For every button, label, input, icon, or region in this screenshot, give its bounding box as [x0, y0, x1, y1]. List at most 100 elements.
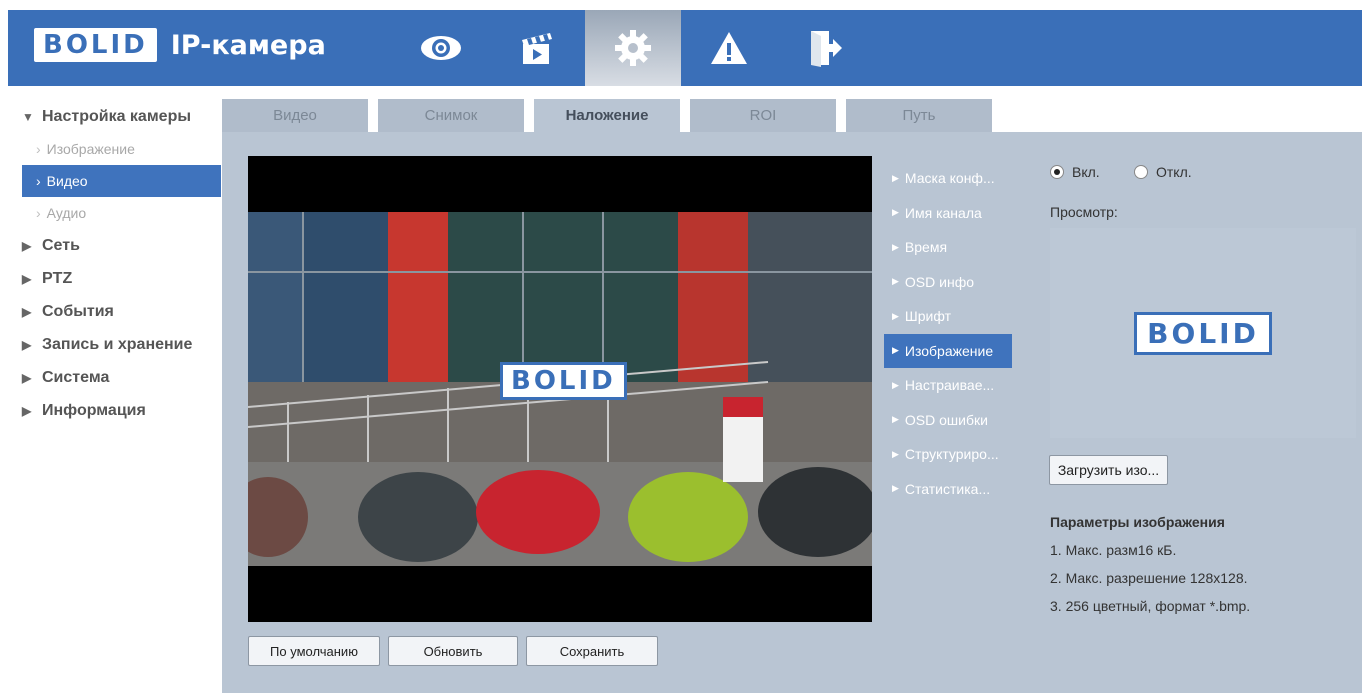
eye-icon [421, 36, 461, 60]
preview-label: Просмотр: [1050, 204, 1118, 220]
radio-enable-on[interactable]: Вкл. [1050, 164, 1100, 180]
radio-enable-off[interactable]: Откл. [1134, 164, 1192, 180]
menu-item-channel-name[interactable]: ▶ Имя канала [884, 196, 1012, 231]
menu-item-statistics[interactable]: ▶ Статистика... [884, 472, 1012, 507]
save-button[interactable]: Сохранить [526, 636, 658, 666]
triangle-right-icon: ▶ [892, 414, 899, 425]
tab-roi[interactable]: ROI [690, 99, 836, 132]
triangle-right-icon: ▶ [892, 172, 899, 183]
chevron-right-icon: › [36, 173, 41, 189]
main-panel: Видео Снимок Наложение ROI Путь BOLID По… [222, 96, 1362, 693]
triangle-right-icon: ▶ [892, 345, 899, 356]
sidebar-group-info[interactable]: ▶ Информация [22, 394, 222, 427]
sidebar-group-label: Система [42, 368, 110, 386]
sidebar-group-camera-settings[interactable]: ▼ Настройка камеры [22, 100, 222, 133]
upload-image-button[interactable]: Загрузить изо... [1049, 455, 1168, 485]
top-header: BOLID IP-камера [8, 10, 1362, 86]
sidebar-group-label: Запись и хранение [42, 335, 193, 353]
sidebar-item-label: Видео [46, 173, 88, 189]
radio-label: Вкл. [1072, 164, 1100, 180]
tab-bar: Видео Снимок Наложение ROI Путь [222, 96, 1362, 132]
sidebar-group-storage[interactable]: ▶ Запись и хранение [22, 328, 222, 361]
sidebar-item-image[interactable]: › Изображение [22, 133, 222, 165]
menu-item-label: Изображение [904, 342, 994, 359]
nav-settings[interactable] [585, 10, 681, 86]
chevron-right-icon: › [36, 141, 41, 157]
sidebar-group-events[interactable]: ▶ События [22, 295, 222, 328]
triangle-right-icon: ▶ [892, 241, 899, 252]
radio-label: Откл. [1156, 164, 1192, 180]
triangle-right-icon: ▶ [892, 448, 899, 459]
menu-item-label: Шрифт [904, 308, 951, 325]
radio-circle [1050, 165, 1064, 179]
menu-item-image[interactable]: ▶ Изображение [884, 333, 1012, 368]
triangle-right-icon: ▶ [892, 379, 899, 390]
menu-item-label: Маска конф... [904, 170, 995, 187]
sidebar-group-system[interactable]: ▶ Система [22, 361, 222, 394]
sidebar-item-label: Изображение [46, 141, 135, 157]
triangle-right-icon: ▶ [892, 483, 899, 494]
triangle-right-icon: ▶ [22, 337, 32, 352]
video-preview[interactable]: BOLID [248, 156, 872, 622]
clapperboard-icon [522, 33, 552, 64]
menu-item-privacy-mask[interactable]: ▶ Маска конф... [884, 161, 1012, 196]
menu-item-custom[interactable]: ▶ Настраивае... [884, 368, 1012, 403]
sidebar-group-label: PTZ [42, 269, 73, 287]
tab-snapshot[interactable]: Снимок [378, 99, 524, 132]
default-button[interactable]: По умолчанию [248, 636, 380, 666]
sidebar-group-label: Сеть [42, 236, 80, 254]
exit-icon [811, 31, 842, 67]
preview-logo: BOLID [1134, 311, 1272, 355]
nav-logout[interactable] [777, 10, 873, 86]
radio-circle [1134, 165, 1148, 179]
image-params-title: Параметры изображения [1050, 514, 1225, 530]
tab-overlay[interactable]: Наложение [534, 99, 680, 132]
triangle-down-icon: ▼ [22, 109, 34, 124]
chevron-right-icon: › [36, 205, 41, 221]
video-overlay-logo[interactable]: BOLID [500, 362, 627, 400]
menu-item-label: Имя канала [904, 204, 982, 221]
triangle-right-icon: ▶ [22, 403, 32, 418]
app-logo: BOLID IP-камера [34, 26, 326, 64]
menu-item-label: Структуриро... [904, 446, 999, 463]
sidebar-group-label: Настройка камеры [42, 107, 191, 125]
sidebar-group-network[interactable]: ▶ Сеть [22, 229, 222, 262]
sidebar-item-video[interactable]: › Видео [22, 165, 221, 197]
tab-path[interactable]: Путь [846, 99, 992, 132]
image-param: 3. 256 цветный, формат *.bmp. [1050, 598, 1251, 614]
menu-item-osd-errors[interactable]: ▶ OSD ошибки [884, 403, 1012, 438]
preview-logo-text: BOLID [1147, 316, 1259, 350]
triangle-right-icon: ▶ [22, 304, 32, 319]
menu-item-osd-info[interactable]: ▶ OSD инфо [884, 265, 1012, 300]
sidebar-item-label: Аудио [46, 205, 87, 221]
triangle-right-icon: ▶ [892, 276, 899, 287]
triangle-right-icon: ▶ [22, 370, 32, 385]
overlay-menu: ▶ Маска конф... ▶ Имя канала ▶ Время ▶ OSD и… [884, 161, 1012, 506]
menu-item-structured[interactable]: ▶ Структуриро... [884, 437, 1012, 472]
image-param: 1. Макс. разм16 кБ. [1050, 542, 1177, 558]
triangle-right-icon: ▶ [22, 238, 32, 253]
menu-item-label: OSD инфо [904, 273, 975, 290]
triangle-right-icon: ▶ [892, 310, 899, 321]
warning-icon [711, 32, 747, 64]
nav-playback[interactable] [489, 10, 585, 86]
menu-item-label: Время [904, 239, 948, 256]
nav-live-view[interactable] [393, 10, 489, 86]
overlay-logo-text: BOLID [511, 366, 616, 396]
logo-text: BOLID [43, 30, 148, 60]
tab-video[interactable]: Видео [222, 99, 368, 132]
sidebar-group-label: Информация [42, 401, 146, 419]
bolid-logo: BOLID [34, 28, 157, 62]
menu-item-label: Статистика... [904, 480, 991, 497]
menu-item-time[interactable]: ▶ Время [884, 230, 1012, 265]
sidebar-item-audio[interactable]: › Аудио [22, 197, 222, 229]
menu-item-font[interactable]: ▶ Шрифт [884, 299, 1012, 334]
triangle-right-icon: ▶ [22, 271, 32, 286]
nav-alarm[interactable] [681, 10, 777, 86]
refresh-button[interactable]: Обновить [388, 636, 518, 666]
app-title: IP-камера [170, 29, 326, 61]
image-param: 2. Макс. разрешение 128x128. [1050, 570, 1248, 586]
image-preview: BOLID [1050, 228, 1356, 438]
gear-icon [615, 30, 651, 66]
sidebar-group-ptz[interactable]: ▶ PTZ [22, 262, 222, 295]
